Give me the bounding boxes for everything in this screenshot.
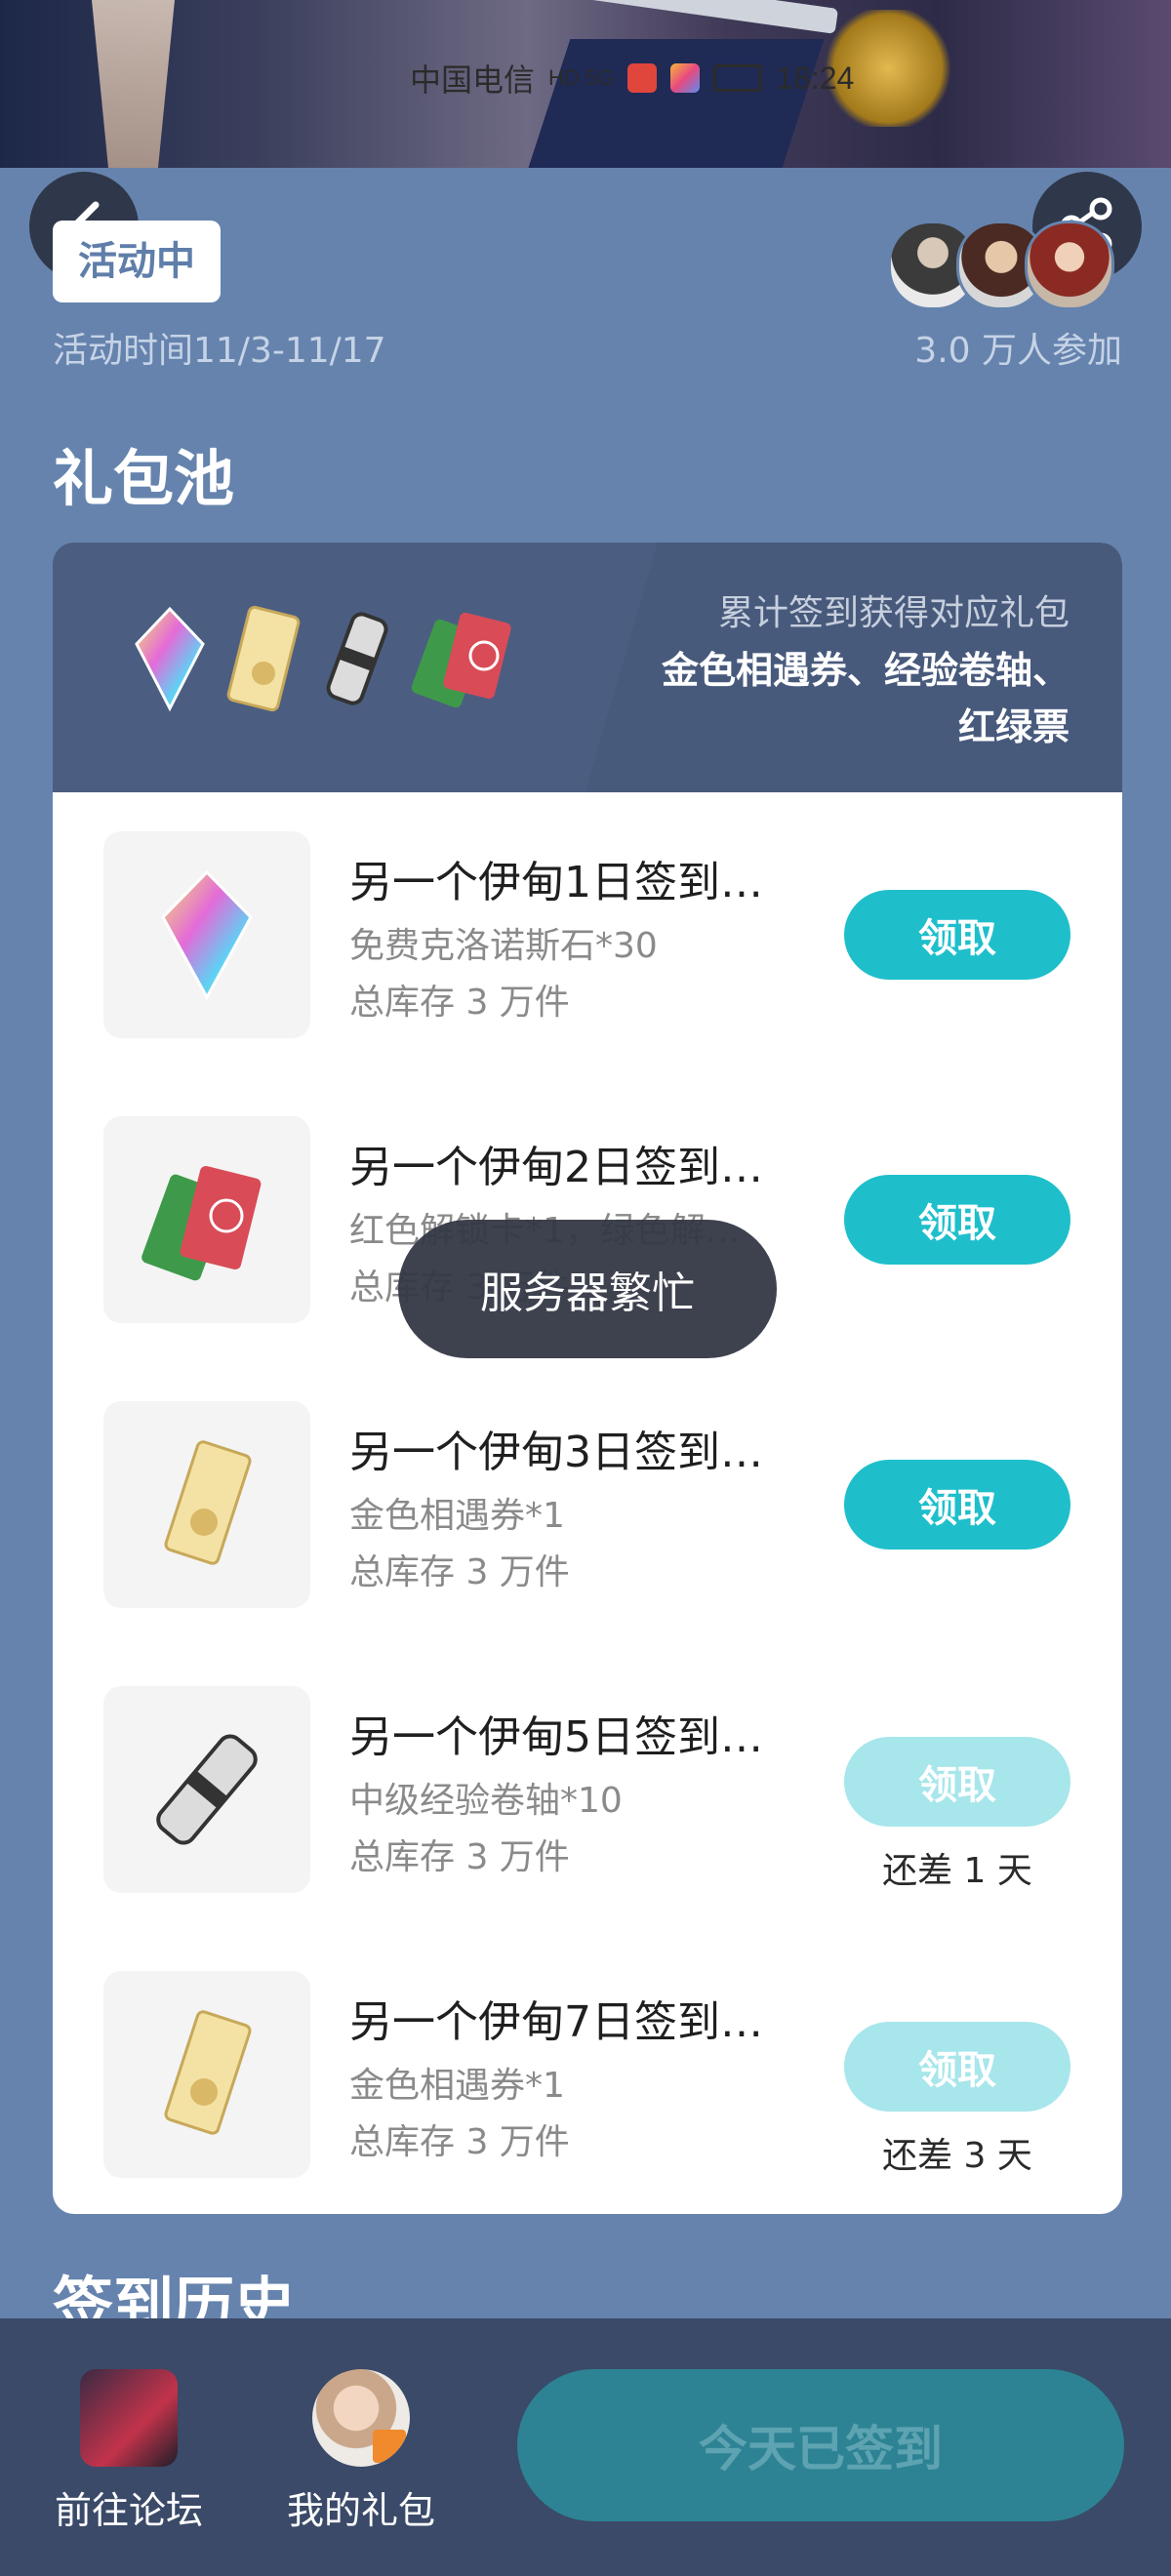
reward-icons [131, 605, 519, 712]
claim-button[interactable]: 领取 [844, 1175, 1070, 1265]
gift-avatar-icon [312, 2369, 410, 2467]
gift-stock: 总库存 3 万件 [349, 1552, 570, 1592]
scroll-icon [326, 612, 388, 705]
forum-link[interactable]: 前往论坛 [31, 2369, 226, 2534]
bottom-bar: 前往论坛 我的礼包 今天已签到 [0, 2318, 1171, 2576]
gift-thumbnail [103, 1686, 310, 1893]
status-bar: 中国电信 HD 5G 18:24 [410, 60, 855, 99]
gift-item: 另一个伊甸1日签到… 免费克洛诺斯石*30 总库存 3 万件 领取 [53, 792, 1122, 1038]
gift-pool-highlight: 红绿票 [957, 705, 1070, 748]
gift-item: 另一个伊甸5日签到… 中级经验卷轴*10 总库存 3 万件 领取 还差 1 天 [53, 1647, 1122, 1893]
gift-description: 中级经验卷轴*10 [349, 1781, 623, 1821]
gift-title: 另一个伊甸3日签到… [349, 1428, 763, 1477]
gift-thumbnail [103, 1401, 310, 1608]
ticket-icon [226, 605, 301, 712]
days-remaining: 还差 3 天 [882, 2136, 1032, 2176]
my-gifts-label: 我的礼包 [286, 2489, 435, 2532]
crystal-icon [135, 606, 205, 712]
gift-pool-highlight: 金色相遇券、经验卷轴、 [661, 649, 1070, 692]
app-icon [670, 63, 701, 93]
gift-pool-header: 累计签到获得对应礼包 金色相遇券、经验卷轴、 红绿票 [53, 543, 1122, 792]
gift-title: 另一个伊甸1日签到… [349, 858, 763, 907]
gift-pool-title: 礼包池 [53, 443, 235, 514]
signed-today-button[interactable]: 今天已签到 [517, 2369, 1124, 2521]
gift-thumbnail [103, 1116, 310, 1323]
gift-stock: 总库存 3 万件 [349, 983, 570, 1023]
claim-button-disabled[interactable]: 领取 [844, 1737, 1070, 1827]
activity-time: 活动时间11/3-11/17 [53, 331, 386, 371]
gift-title: 另一个伊甸2日签到… [349, 1143, 763, 1192]
gift-title: 另一个伊甸5日签到… [349, 1712, 763, 1762]
toast-message: 服务器繁忙 [398, 1220, 777, 1358]
crystal-icon [161, 869, 253, 1001]
my-gifts-link[interactable]: 我的礼包 [263, 2369, 459, 2534]
app-icon [627, 63, 658, 93]
clock-label: 18:24 [776, 60, 855, 96]
gift-description: 金色相遇券*1 [349, 1496, 565, 1536]
claim-button[interactable]: 领取 [844, 1460, 1070, 1550]
gift-pool-card: 累计签到获得对应礼包 金色相遇券、经验卷轴、 红绿票 另一个伊甸1日签到… 免费… [53, 543, 1122, 2214]
participant-count: 3.0 万人参加 [914, 331, 1122, 371]
gift-title: 另一个伊甸7日签到… [349, 1997, 763, 2047]
gift-thumbnail [103, 1971, 310, 2178]
forum-label: 前往论坛 [54, 2489, 203, 2532]
days-remaining: 还差 1 天 [882, 1851, 1032, 1891]
battery-icon [713, 64, 763, 92]
cards-icon [141, 1165, 262, 1281]
gift-description: 免费克洛诺斯石*30 [349, 926, 658, 966]
claim-button[interactable]: 领取 [844, 890, 1070, 980]
carrier-label: 中国电信 [410, 62, 536, 98]
gift-stock: 总库存 3 万件 [349, 2122, 570, 2162]
ticket-icon [164, 2010, 252, 2135]
gift-pool-description: 累计签到获得对应礼包 金色相遇券、经验卷轴、 红绿票 [662, 585, 1070, 755]
gift-stock: 总库存 3 万件 [349, 1837, 570, 1877]
gift-item: 另一个伊甸3日签到… 金色相遇券*1 总库存 3 万件 领取 [53, 1362, 1122, 1608]
avatar [1025, 221, 1114, 310]
sign-history-title: 签到历史 [53, 2270, 296, 2320]
game-icon [80, 2369, 178, 2467]
scroll-icon [156, 1734, 258, 1845]
gift-description: 金色相遇券*1 [349, 2066, 565, 2106]
gift-pool-subtitle: 累计签到获得对应礼包 [717, 593, 1070, 633]
ticket-icon [164, 1440, 252, 1565]
gift-box-icon [373, 2430, 406, 2463]
gift-item: 另一个伊甸7日签到… 金色相遇券*1 总库存 3 万件 领取 还差 3 天 [53, 1932, 1122, 2178]
network-label: HD 5G [548, 65, 615, 90]
gift-thumbnail [103, 831, 310, 1038]
status-badge: 活动中 [53, 221, 221, 302]
cards-icon [412, 612, 511, 708]
participant-avatars [888, 221, 1114, 310]
claim-button-disabled[interactable]: 领取 [844, 2022, 1070, 2112]
